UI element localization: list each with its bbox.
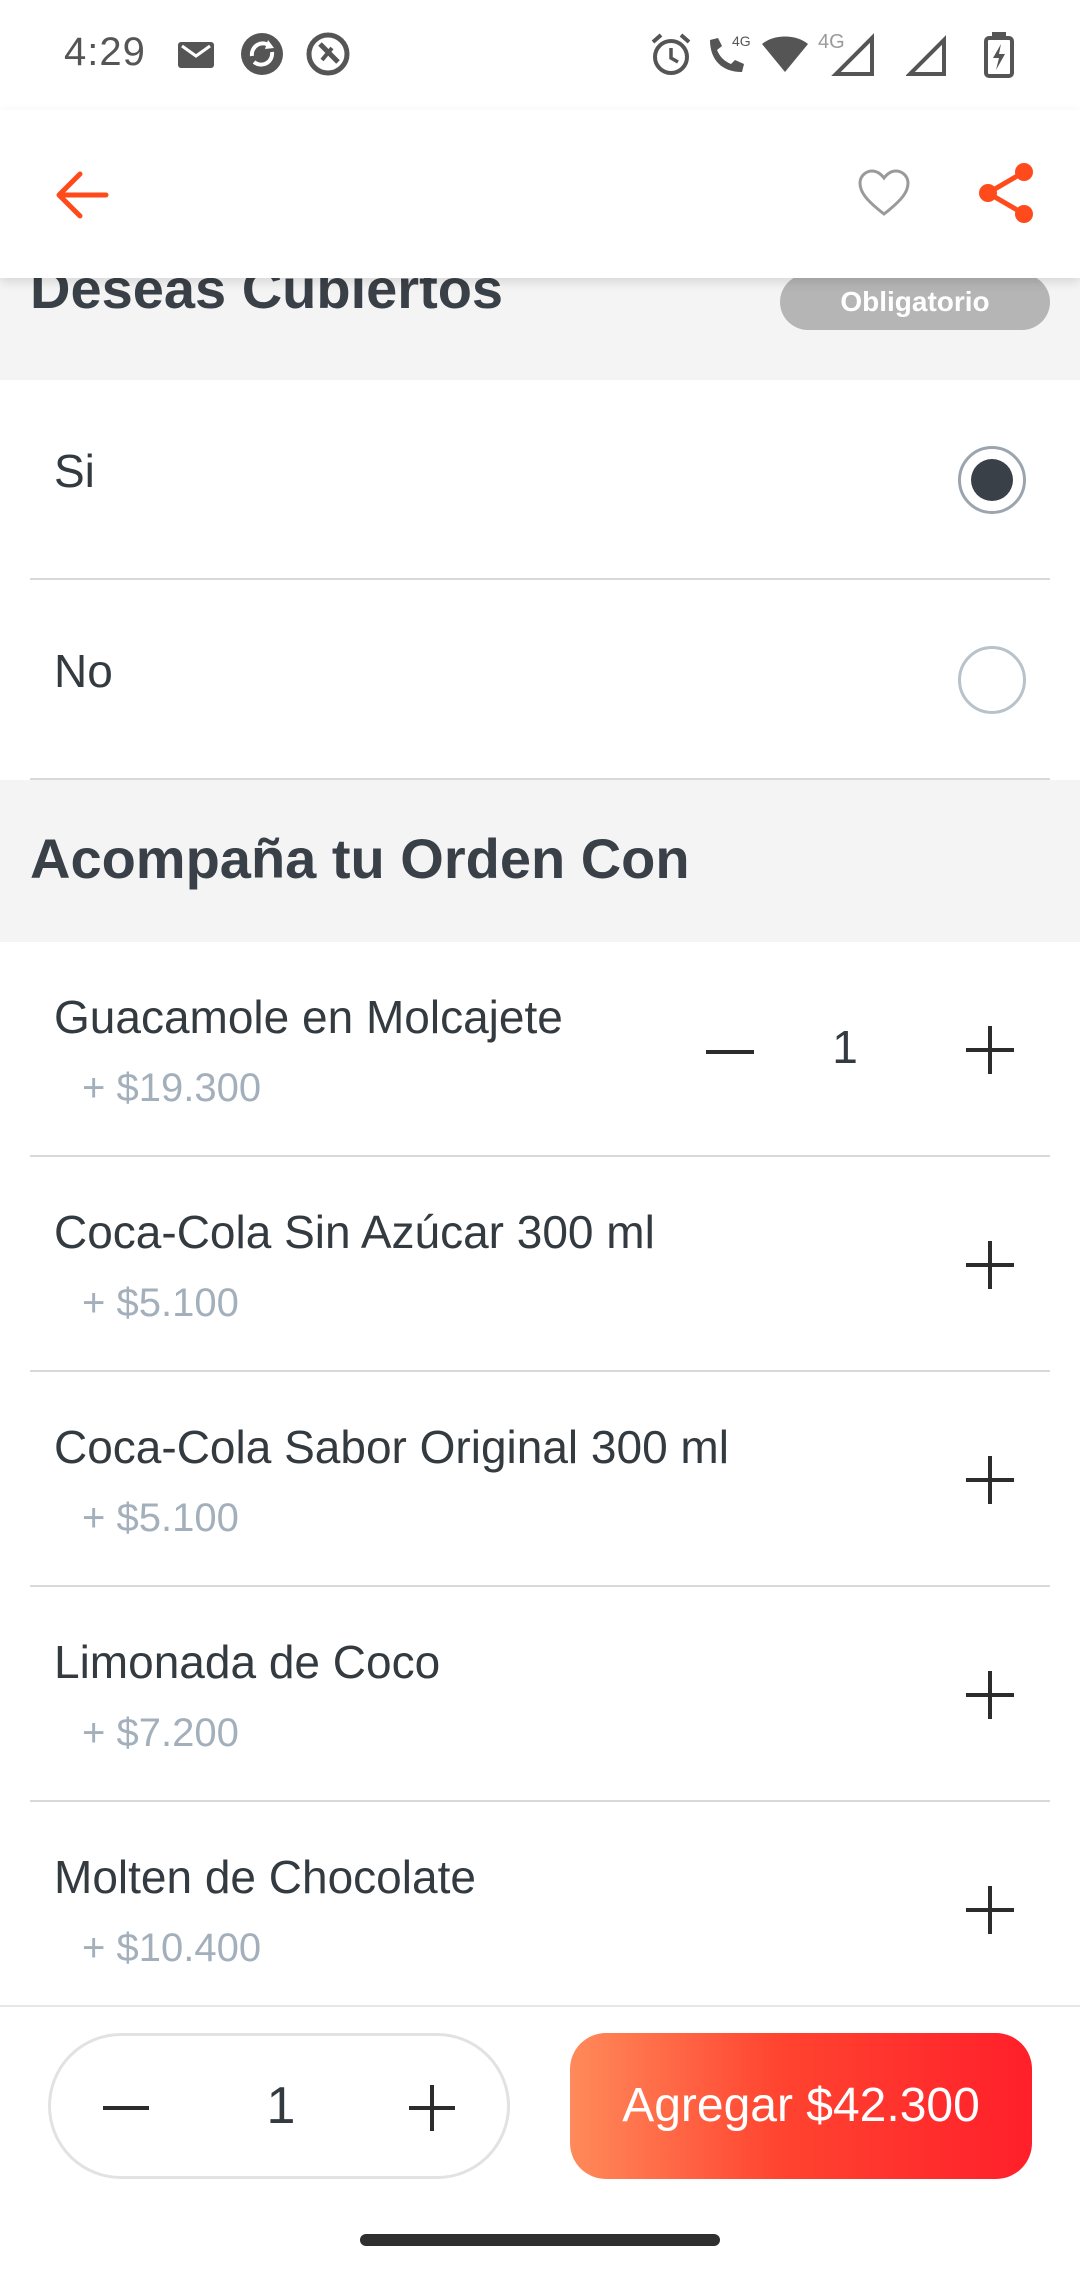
bottom-action-bar: 1 Agregar $42.300 xyxy=(0,2005,1080,2270)
heart-outline-icon[interactable] xyxy=(856,166,912,222)
extras-section-title: Acompaña tu Orden Con xyxy=(30,827,690,890)
item-name: Guacamole en Molcajete xyxy=(54,991,563,1043)
plus-icon[interactable] xyxy=(960,1880,1020,1940)
item-name: Coca-Cola Sabor Original 300 ml xyxy=(54,1421,729,1473)
plus-icon[interactable] xyxy=(960,1450,1020,1510)
cutlery-option-si[interactable]: Si xyxy=(30,380,1050,580)
no-sim-icon xyxy=(306,32,350,76)
cutlery-option-no[interactable]: No xyxy=(30,580,1050,780)
svg-text:4G: 4G xyxy=(732,33,751,49)
extra-item-limonada-de-coco[interactable]: Limonada de Coco + $7.200 xyxy=(30,1587,1050,1802)
alarm-icon xyxy=(651,33,691,75)
item-quantity: 1 xyxy=(832,1021,858,1073)
minus-icon[interactable] xyxy=(91,2076,161,2140)
plus-icon[interactable] xyxy=(960,1020,1020,1080)
item-name: Limonada de Coco xyxy=(54,1636,441,1688)
signal-4g-icon: 4G xyxy=(818,31,874,76)
share-icon[interactable] xyxy=(974,160,1040,226)
item-name: Molten de Chocolate xyxy=(54,1851,476,1903)
mail-icon xyxy=(178,42,214,68)
extras-section-header: Acompaña tu Orden Con xyxy=(0,780,1080,942)
radio-selected[interactable] xyxy=(958,446,1026,514)
product-options-list[interactable]: Deseas Cubiertos Obligatorio Si No Acomp… xyxy=(0,240,1080,2005)
svg-text:4G: 4G xyxy=(818,31,845,53)
option-label: Si xyxy=(54,445,95,497)
signal-icon xyxy=(906,35,946,76)
item-price: + $10.400 xyxy=(82,1926,262,1970)
minus-icon[interactable] xyxy=(700,1022,760,1082)
radio-unselected[interactable] xyxy=(958,646,1026,714)
item-price: + $19.300 xyxy=(82,1066,262,1110)
volte-call-icon: 4G xyxy=(710,33,751,72)
item-name: Coca-Cola Sin Azúcar 300 ml xyxy=(54,1206,655,1258)
battery-charging-icon xyxy=(984,32,1014,78)
order-quantity-stepper: 1 xyxy=(48,2033,510,2179)
extra-item-guacamole[interactable]: Guacamole en Molcajete + $19.300 1 xyxy=(30,942,1050,1157)
extra-item-molten-de-chocolate[interactable]: Molten de Chocolate + $10.400 xyxy=(30,1802,1050,2005)
status-bar: 4:29 4G 4G xyxy=(0,0,1080,110)
plus-icon[interactable] xyxy=(960,1665,1020,1725)
home-indicator[interactable] xyxy=(360,2234,720,2246)
item-price: + $5.100 xyxy=(82,1496,239,1540)
back-arrow-icon[interactable] xyxy=(52,164,114,226)
plus-icon[interactable] xyxy=(960,1235,1020,1295)
wifi-icon xyxy=(762,36,808,72)
app-bar xyxy=(0,110,1080,278)
option-label: No xyxy=(54,645,113,697)
status-time: 4:29 xyxy=(64,30,146,74)
required-badge: Obligatorio xyxy=(780,274,1050,330)
sync-app-icon xyxy=(241,33,283,75)
extra-item-coca-cola-original[interactable]: Coca-Cola Sabor Original 300 ml + $5.100 xyxy=(30,1372,1050,1587)
item-price: + $5.100 xyxy=(82,1281,239,1325)
plus-icon[interactable] xyxy=(397,2076,467,2140)
item-price: + $7.200 xyxy=(82,1711,239,1755)
order-quantity: 1 xyxy=(266,2077,296,2135)
extra-item-coca-cola-sin-azucar[interactable]: Coca-Cola Sin Azúcar 300 ml + $5.100 xyxy=(30,1157,1050,1372)
add-to-cart-button[interactable]: Agregar $42.300 xyxy=(570,2033,1032,2179)
